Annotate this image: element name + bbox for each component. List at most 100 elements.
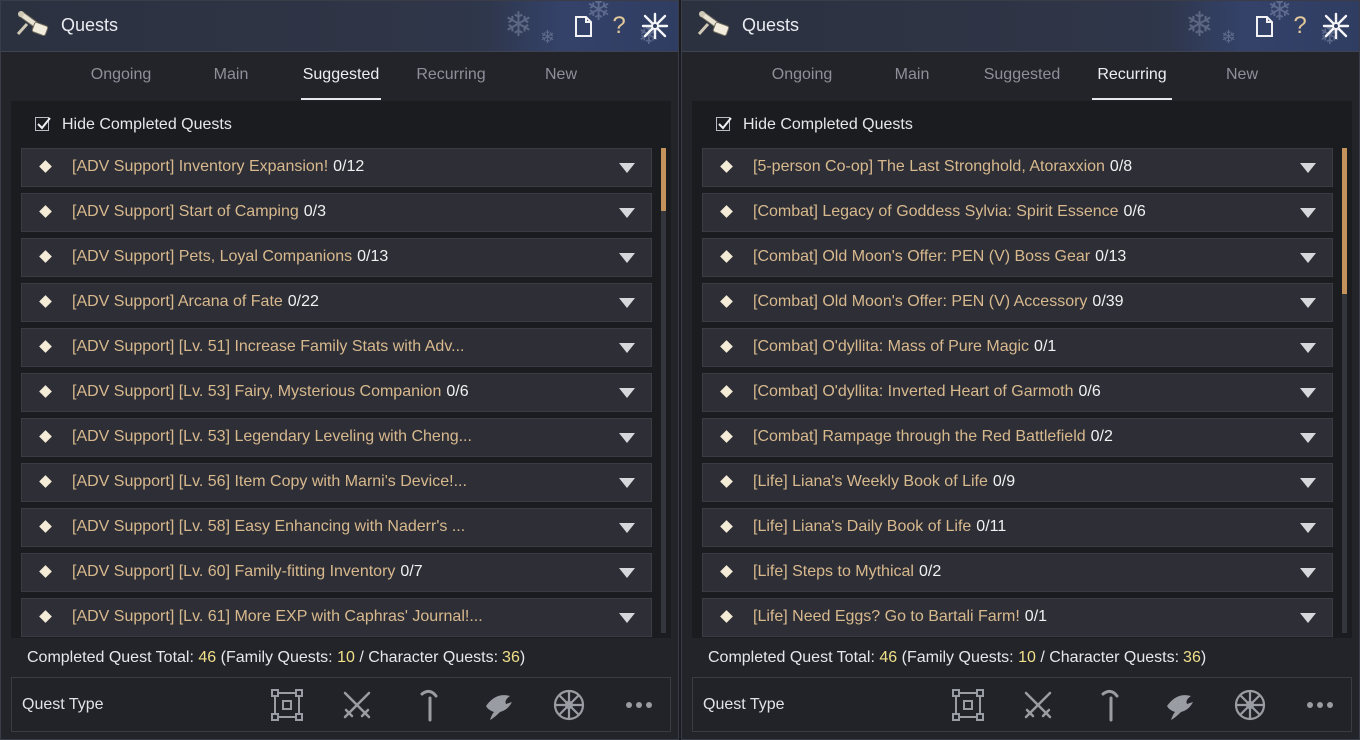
quest-row[interactable]: [ADV Support] [Lv. 60] Family-fitting In… — [21, 553, 652, 592]
tab-ongoing[interactable]: Ongoing — [752, 66, 852, 84]
expand-arrow-icon[interactable] — [619, 478, 635, 488]
expand-arrow-icon[interactable] — [619, 208, 635, 218]
quest-text: [Combat] O'dyllita: Mass of Pure Magic 0/… — [753, 338, 1056, 356]
trade-wheel-icon[interactable] — [552, 688, 586, 722]
quest-list: [5-person Co-op] The Last Stronghold, At… — [702, 148, 1333, 643]
tab-recurring[interactable]: Recurring — [1082, 66, 1182, 100]
quest-row[interactable]: [5-person Co-op] The Last Stronghold, At… — [702, 148, 1333, 187]
quest-list-area: Hide Completed Quests [ADV Support] Inve… — [11, 101, 671, 638]
expand-arrow-icon[interactable] — [619, 523, 635, 533]
tab-recurring[interactable]: Recurring — [401, 66, 501, 84]
life-gathering-icon[interactable] — [412, 688, 446, 722]
quest-row[interactable]: [ADV Support] Start of Camping 0/3 — [21, 193, 652, 232]
title-bar[interactable]: ❄ ❄ ❄ ❄ Quests ? — [1, 1, 678, 52]
expand-arrow-icon[interactable] — [1300, 163, 1316, 173]
tab-ongoing[interactable]: Ongoing — [71, 66, 171, 84]
scroll-thumb[interactable] — [1342, 148, 1347, 294]
expand-arrow-icon[interactable] — [1300, 433, 1316, 443]
quest-row[interactable]: [Life] Liana's Weekly Book of Life 0/9 — [702, 463, 1333, 502]
expand-arrow-icon[interactable] — [1300, 388, 1316, 398]
scrollbar[interactable] — [1342, 148, 1347, 633]
close-icon[interactable] — [640, 11, 670, 41]
expand-arrow-icon[interactable] — [1300, 523, 1316, 533]
title-bar[interactable]: ❄ ❄ ❄ ❄ Quests ? — [682, 1, 1359, 52]
expand-arrow-icon[interactable] — [619, 163, 635, 173]
expand-arrow-icon[interactable] — [619, 343, 635, 353]
expand-arrow-icon[interactable] — [1300, 253, 1316, 263]
quest-name: [Life] Need Eggs? Go to Bartali Farm! — [753, 608, 1020, 625]
completed-quest-totals: Completed Quest Total: 46 (Family Quests… — [708, 649, 1206, 667]
quest-row[interactable]: [ADV Support] Inventory Expansion! 0/12 — [21, 148, 652, 187]
trade-wheel-icon[interactable] — [1233, 688, 1267, 722]
document-icon[interactable] — [568, 11, 598, 41]
hide-completed-checkbox[interactable] — [716, 117, 732, 131]
quest-name: [Combat] Old Moon's Offer: PEN (V) Acces… — [753, 293, 1088, 310]
expand-arrow-icon[interactable] — [1300, 208, 1316, 218]
fishing-icon[interactable] — [482, 688, 516, 722]
expand-arrow-icon[interactable] — [1300, 343, 1316, 353]
quest-row[interactable]: [ADV Support] [Lv. 53] Fairy, Mysterious… — [21, 373, 652, 412]
tab-suggested[interactable]: Suggested — [972, 66, 1072, 84]
all-types-icon[interactable] — [951, 688, 985, 722]
quest-row[interactable]: [ADV Support] [Lv. 56] Item Copy with Ma… — [21, 463, 652, 502]
scroll-thumb[interactable] — [661, 148, 666, 211]
quest-row[interactable]: [ADV Support] [Lv. 58] Easy Enhancing wi… — [21, 508, 652, 547]
diamond-bullet-icon — [39, 430, 52, 443]
help-icon[interactable]: ? — [1285, 11, 1315, 41]
completed-quest-totals: Completed Quest Total: 46 (Family Quests… — [27, 649, 525, 667]
quest-row[interactable]: [Combat] Old Moon's Offer: PEN (V) Boss … — [702, 238, 1333, 277]
quest-text: [Combat] Rampage through the Red Battlef… — [753, 428, 1113, 446]
expand-arrow-icon[interactable] — [619, 613, 635, 623]
combat-icon[interactable] — [340, 688, 374, 722]
tab-new[interactable]: New — [1192, 66, 1292, 84]
quest-scroll-icon — [696, 10, 732, 42]
tab-main[interactable]: Main — [181, 66, 281, 84]
quest-row[interactable]: [Life] Need Eggs? Go to Bartali Farm! 0/1 — [702, 598, 1333, 637]
quest-row[interactable]: [Combat] Legacy of Goddess Sylvia: Spiri… — [702, 193, 1333, 232]
hide-completed-checkbox[interactable] — [35, 117, 51, 131]
more-icon[interactable] — [1303, 688, 1337, 722]
diamond-bullet-icon — [39, 160, 52, 173]
more-icon[interactable] — [622, 688, 656, 722]
tab-main[interactable]: Main — [862, 66, 962, 84]
quest-row[interactable]: [Life] Steps to Mythical 0/2 — [702, 553, 1333, 592]
quest-row[interactable]: [ADV Support] [Lv. 53] Legendary Levelin… — [21, 418, 652, 457]
tab-suggested[interactable]: Suggested — [291, 66, 391, 100]
quest-name: [ADV Support] [Lv. 58] Easy Enhancing wi… — [72, 518, 466, 535]
close-icon[interactable] — [1321, 11, 1351, 41]
expand-arrow-icon[interactable] — [619, 568, 635, 578]
quest-name: [Combat] O'dyllita: Inverted Heart of Ga… — [753, 383, 1074, 400]
quest-row[interactable]: [ADV Support] [Lv. 61] More EXP with Cap… — [21, 598, 652, 637]
scrollbar[interactable] — [661, 148, 666, 633]
tab-new[interactable]: New — [511, 66, 611, 84]
quest-list-area: Hide Completed Quests [5-person Co-op] T… — [692, 101, 1352, 638]
quest-row[interactable]: [Life] Liana's Daily Book of Life 0/11 — [702, 508, 1333, 547]
expand-arrow-icon[interactable] — [619, 253, 635, 263]
quest-row[interactable]: [Combat] Old Moon's Offer: PEN (V) Acces… — [702, 283, 1333, 322]
quest-row[interactable]: [Combat] O'dyllita: Inverted Heart of Ga… — [702, 373, 1333, 412]
quests-panel-right: ❄ ❄ ❄ ❄ Quests ? Ongoing Main Suggested … — [681, 0, 1360, 740]
diamond-bullet-icon — [39, 610, 52, 623]
expand-arrow-icon[interactable] — [619, 433, 635, 443]
document-icon[interactable] — [1249, 11, 1279, 41]
expand-arrow-icon[interactable] — [1300, 478, 1316, 488]
expand-arrow-icon[interactable] — [1300, 568, 1316, 578]
quest-row[interactable]: [ADV Support] [Lv. 51] Increase Family S… — [21, 328, 652, 367]
expand-arrow-icon[interactable] — [1300, 613, 1316, 623]
life-gathering-icon[interactable] — [1093, 688, 1127, 722]
combat-icon[interactable] — [1021, 688, 1055, 722]
help-icon[interactable]: ? — [604, 11, 634, 41]
expand-arrow-icon[interactable] — [1300, 298, 1316, 308]
quest-text: [ADV Support] [Lv. 60] Family-fitting In… — [72, 563, 423, 581]
quest-row[interactable]: [ADV Support] Pets, Loyal Companions 0/13 — [21, 238, 652, 277]
expand-arrow-icon[interactable] — [619, 298, 635, 308]
fishing-icon[interactable] — [1163, 688, 1197, 722]
quest-text: [Life] Liana's Weekly Book of Life 0/9 — [753, 473, 1015, 491]
quest-row[interactable]: [ADV Support] Arcana of Fate 0/22 — [21, 283, 652, 322]
quest-progress-count: 0/2 — [1090, 428, 1113, 445]
quest-row[interactable]: [Combat] O'dyllita: Mass of Pure Magic 0/… — [702, 328, 1333, 367]
all-types-icon[interactable] — [270, 688, 304, 722]
quest-name: [Life] Liana's Weekly Book of Life — [753, 473, 988, 490]
expand-arrow-icon[interactable] — [619, 388, 635, 398]
quest-row[interactable]: [Combat] Rampage through the Red Battlef… — [702, 418, 1333, 457]
